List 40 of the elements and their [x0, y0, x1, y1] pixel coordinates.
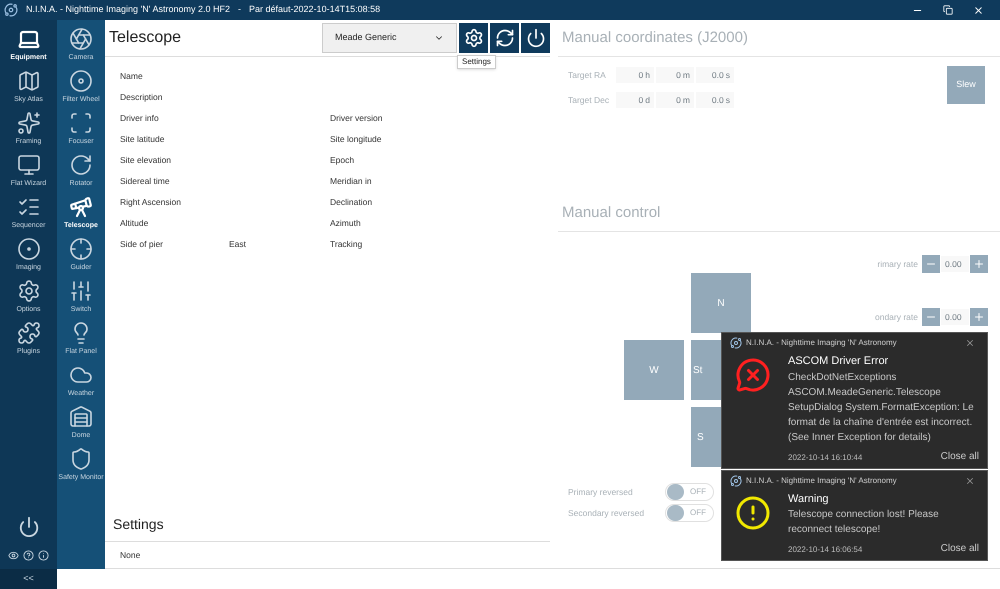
notification-app-name: N.I.N.A. - Nighttime Imaging 'N' Astronomy [746, 337, 897, 349]
field-value: East [229, 239, 246, 250]
rate-label: ondary rate [875, 310, 918, 324]
field-label: Azimuth [330, 217, 361, 230]
field-label: Right Ascension [120, 196, 182, 209]
field-label: Driver version [330, 112, 382, 125]
profile-name: Par défaut-2022-10-14T15:08:58 [249, 3, 380, 16]
field-label: Description [120, 91, 164, 104]
toggle-label: Secondary reversed [568, 506, 646, 520]
settings-value: None [120, 548, 140, 562]
field-label: Site latitude [120, 133, 166, 146]
field-label: Sidereal time [120, 175, 171, 188]
notification-message: Telescope connection lost! Please reconnect telescope! [788, 508, 940, 537]
notification-message: CheckDotNetExceptions ASCOM.MeadeGeneric.Telescope SetupDialog System.FormatException: Le format de la chaîne d'entrée est incorrect. (See Inner Exception for details) [788, 370, 975, 444]
rate-label: rimary rate [877, 258, 918, 270]
section-title: Settings [113, 516, 164, 532]
field-label: Target Dec [568, 94, 610, 106]
field-label: Side of pier [120, 238, 164, 251]
notification-title: Warning [788, 492, 830, 506]
field-label: Site elevation [120, 154, 172, 167]
section-title: Manual coordinates (J2000) [562, 28, 748, 48]
tooltip: Settings [457, 55, 496, 69]
field-label: Name [120, 70, 144, 83]
field-label: Tracking [330, 238, 362, 251]
notification-app-name: N.I.N.A. - Nighttime Imaging 'N' Astronomy [746, 474, 897, 486]
section-title: Manual control [562, 202, 660, 223]
field-label: Site longitude [330, 133, 382, 146]
title-separator: - [238, 3, 242, 16]
notification-time: 2022-10-14 16:06:54 [788, 544, 862, 556]
field-label: Meridian in [330, 175, 372, 188]
notification-time: 2022-10-14 16:10:44 [788, 452, 862, 464]
window-title: N.I.N.A. - Nighttime Imaging 'N' Astronomy 2.0 HF2 [26, 3, 230, 16]
notification-title: ASCOM Driver Error [788, 354, 890, 369]
toggle-label: Primary reversed [568, 486, 634, 498]
field-label: Target RA [568, 68, 607, 82]
field-label: Driver info [120, 112, 160, 125]
field-label: Epoch [330, 154, 354, 167]
panel-title: Telescope [109, 28, 182, 48]
field-label: Altitude [120, 217, 150, 230]
field-label: Declination [330, 196, 372, 209]
